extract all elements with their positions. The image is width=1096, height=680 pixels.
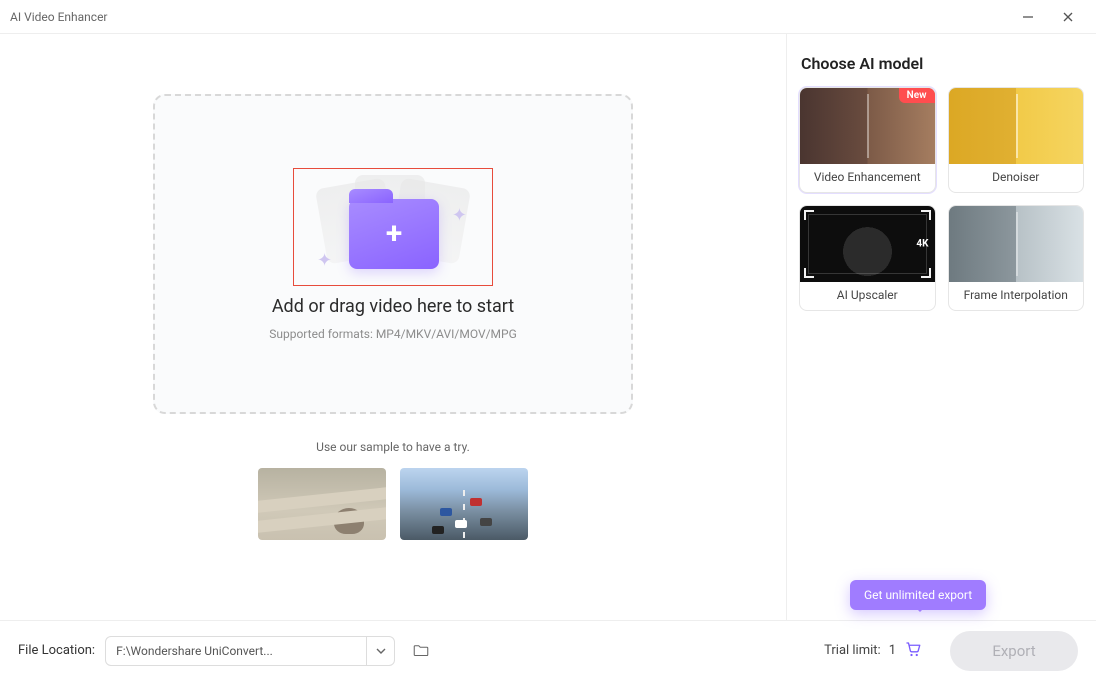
dropzone-subtitle: Supported formats: MP4/MKV/AVI/MOV/MPG [269,327,517,341]
model-thumb [949,88,1084,164]
export-label: Export [992,642,1035,660]
dropzone-title: Add or drag video here to start [272,296,514,317]
add-folder-icon: ✦ ✦ + [313,177,473,277]
close-button[interactable] [1048,3,1088,31]
right-pane: Choose AI model New Video Enhancement De… [786,34,1096,620]
file-location-dropdown[interactable] [366,637,394,665]
footer: File Location: F:\Wondershare UniConvert… [0,620,1096,680]
add-video-highlight: ✦ ✦ + [293,168,493,286]
export-button[interactable]: Export [950,631,1078,671]
close-icon [1062,11,1074,23]
cart-icon [904,640,922,658]
badge-new: New [899,88,935,103]
window-buttons [1008,3,1088,31]
file-location-path: F:\Wondershare UniConvert... [106,644,366,658]
model-label: Video Enhancement [800,164,935,192]
model-thumb: 4K [800,206,935,282]
model-ai-upscaler[interactable]: 4K AI Upscaler [799,205,936,311]
model-label: Frame Interpolation [949,282,1084,310]
content: ✦ ✦ + Add or drag video here to start Su… [0,34,1096,620]
model-thumb: New [800,88,935,164]
model-label: Denoiser [949,164,1084,192]
plus-icon: + [386,216,402,251]
video-drop-zone[interactable]: ✦ ✦ + Add or drag video here to start Su… [153,94,633,414]
unlimited-export-tooltip[interactable]: Get unlimited export [850,580,986,610]
chevron-down-icon [376,646,386,656]
model-denoiser[interactable]: Denoiser [948,87,1085,193]
file-location-select[interactable]: F:\Wondershare UniConvert... [105,636,395,666]
title-bar: AI Video Enhancer [0,0,1096,34]
window-title: AI Video Enhancer [10,10,108,24]
upscaler-tag: 4K [916,239,928,250]
model-grid: New Video Enhancement Denoiser 4K AI Ups… [797,87,1086,311]
file-location-label: File Location: [18,643,95,658]
minimize-button[interactable] [1008,3,1048,31]
samples-hint: Use our sample to have a try. [316,440,470,454]
sample-video-1[interactable] [258,468,386,540]
trial-label: Trial limit: [824,643,881,658]
model-thumb [949,206,1084,282]
model-label: AI Upscaler [800,282,935,310]
left-pane: ✦ ✦ + Add or drag video here to start Su… [0,34,786,620]
model-video-enhancement[interactable]: New Video Enhancement [799,87,936,193]
browse-folder-button[interactable] [409,639,433,663]
sample-video-2[interactable] [400,468,528,540]
tooltip-text: Get unlimited export [864,588,972,602]
minimize-icon [1022,11,1034,23]
model-frame-interpolation[interactable]: Frame Interpolation [948,205,1085,311]
purchase-button[interactable] [904,640,922,662]
folder-icon [412,642,430,660]
sample-list [258,468,528,540]
models-heading: Choose AI model [801,54,1082,73]
trial-info: Trial limit: 1 [824,640,922,662]
trial-value: 1 [889,643,896,658]
